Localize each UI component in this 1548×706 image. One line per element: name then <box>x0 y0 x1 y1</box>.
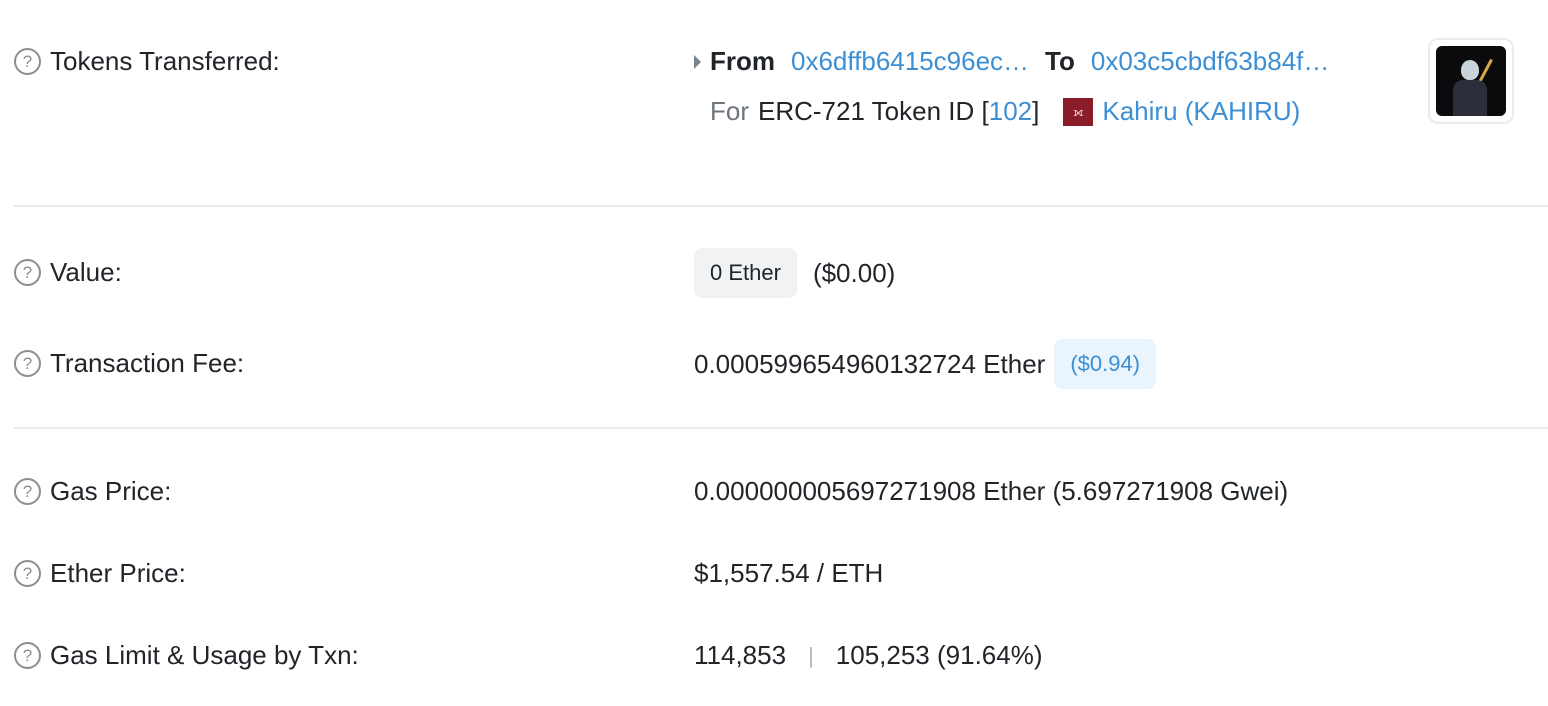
help-icon[interactable]: ? <box>14 259 41 286</box>
token-name-link[interactable]: Kahiru (KAHIRU) <box>1102 96 1300 127</box>
help-icon[interactable]: ? <box>14 642 41 669</box>
token-id-close: ] <box>1032 96 1040 126</box>
gas-limit-value: 114,853 | 105,253 (91.64%) <box>694 640 1043 671</box>
label-text: Transaction Fee: <box>50 348 245 378</box>
tokens-transferred-row: ? Tokens Transferred: From 0x6dffb6415c9… <box>14 40 1548 80</box>
transfer-from-to: From 0x6dffb6415c96ec… To 0x03c5cbdf63b8… <box>694 46 1329 77</box>
help-icon[interactable]: ? <box>14 350 41 377</box>
transaction-fee-usd-badge[interactable]: ($0.94) <box>1054 339 1157 389</box>
value-usd: ($0.00) <box>812 257 896 288</box>
nft-image <box>1436 46 1506 116</box>
label-text: Value: <box>50 257 122 287</box>
value-content: 0 Ether ($0.00) <box>694 248 895 298</box>
help-icon[interactable]: ? <box>14 560 41 587</box>
gas-price-label: ? Gas Price: <box>14 476 171 507</box>
value-amount-badge: 0 Ether <box>694 248 797 298</box>
gas-price-value: 0.000000005697271908 Ether (5.697271908 … <box>694 476 1288 507</box>
label-text: Tokens Transferred: <box>50 46 280 76</box>
label-text: Gas Price: <box>50 476 172 506</box>
help-icon[interactable]: ? <box>14 48 41 75</box>
from-address-link[interactable]: 0x6dffb6415c96ec… <box>791 46 1029 77</box>
label-text: Ether Price: <box>50 558 186 588</box>
value-label: ? Value: <box>14 257 122 288</box>
gas-usage-amount: 105,253 (91.64%) <box>835 640 1043 670</box>
divider <box>14 205 1548 207</box>
gas-limit-label: ? Gas Limit & Usage by Txn: <box>14 640 359 671</box>
token-id-link[interactable]: 102 <box>989 96 1032 127</box>
ether-price-label: ? Ether Price: <box>14 558 186 589</box>
transaction-fee-amount: 0.000599654960132724 Ether <box>694 348 1046 379</box>
from-label: From <box>710 46 775 76</box>
transaction-fee-content: 0.000599654960132724 Ether ($0.94) <box>694 339 1157 389</box>
gas-limit-amount: 114,853 <box>694 640 787 670</box>
to-label: To <box>1045 46 1075 76</box>
to-address-link[interactable]: 0x03c5cbdf63b84f… <box>1091 46 1330 77</box>
nft-body-shape <box>1453 80 1487 116</box>
separator: | <box>808 642 814 668</box>
transaction-fee-label: ? Transaction Fee: <box>14 348 244 379</box>
gas-price-amount: 0.000000005697271908 Ether (5.697271908 … <box>694 476 1289 506</box>
tokens-transferred-label: ? Tokens Transferred: <box>14 46 280 77</box>
nft-thumbnail[interactable] <box>1428 38 1514 124</box>
token-logo-icon: ⟗ <box>1063 97 1094 126</box>
ether-price-value: $1,557.54 / ETH <box>694 558 883 589</box>
divider <box>14 427 1548 429</box>
label-text: Gas Limit & Usage by Txn: <box>50 640 359 670</box>
token-id-line: For ERC-721 Token ID [ 102 ] ⟗ Kahiru (K… <box>710 96 1300 127</box>
ether-price-amount: $1,557.54 / ETH <box>694 558 884 588</box>
for-label: For <box>710 96 749 126</box>
token-standard-text: ERC-721 Token ID [ <box>758 96 989 126</box>
help-icon[interactable]: ? <box>14 478 41 505</box>
nft-head-shape <box>1461 60 1479 80</box>
expand-caret-icon[interactable] <box>694 54 701 69</box>
